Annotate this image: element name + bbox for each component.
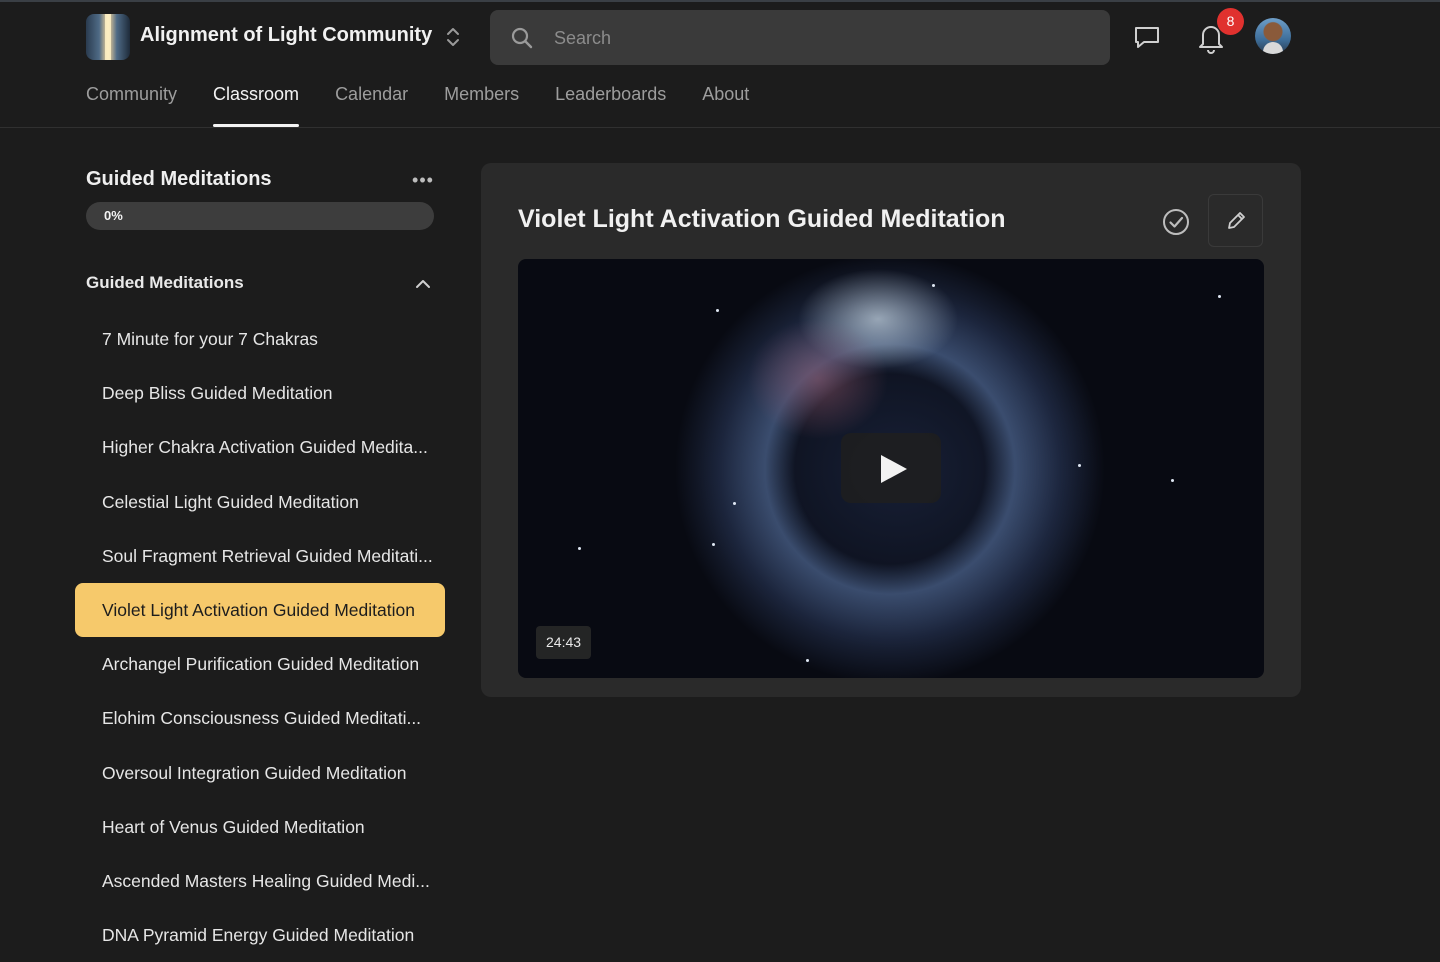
star-decoration [716, 309, 719, 312]
tab-leaderboards[interactable]: Leaderboards [555, 84, 666, 127]
community-logo[interactable] [86, 14, 130, 60]
lesson-item[interactable]: Archangel Purification Guided Meditation [75, 637, 445, 691]
lesson-title: Violet Light Activation Guided Meditatio… [518, 205, 1006, 233]
play-icon[interactable] [841, 433, 941, 503]
chevron-up-down-icon[interactable] [442, 24, 464, 50]
video-player[interactable]: 24:43 [518, 259, 1264, 678]
lesson-item[interactable]: Ascended Masters Healing Guided Medi... [75, 854, 445, 908]
tab-about[interactable]: About [702, 84, 749, 127]
chevron-up-icon[interactable] [412, 276, 434, 292]
check-circle-icon[interactable] [1161, 207, 1191, 237]
star-decoration [712, 543, 715, 546]
tab-members[interactable]: Members [444, 84, 519, 127]
lesson-item[interactable]: Oversoul Integration Guided Meditation [75, 746, 445, 800]
star-decoration [1078, 464, 1081, 467]
community-name[interactable]: Alignment of Light Community [140, 24, 432, 47]
lesson-list: 7 Minute for your 7 Chakras Deep Bliss G… [75, 312, 445, 962]
search-icon [511, 27, 533, 49]
lesson-item[interactable]: Heart of Venus Guided Meditation [75, 800, 445, 854]
notification-badge: 8 [1217, 8, 1244, 35]
lesson-item[interactable]: Higher Chakra Activation Guided Medita..… [75, 420, 445, 474]
star-decoration [1218, 295, 1221, 298]
more-options-icon[interactable]: ••• [408, 170, 438, 190]
lesson-item[interactable]: 7 Minute for your 7 Chakras [75, 312, 445, 366]
course-title: Guided Meditations [86, 168, 272, 190]
edit-button[interactable] [1208, 194, 1263, 247]
star-decoration [578, 547, 581, 550]
star-decoration [733, 502, 736, 505]
lesson-item[interactable]: Elohim Consciousness Guided Meditati... [75, 691, 445, 745]
avatar[interactable] [1255, 18, 1291, 54]
tab-calendar[interactable]: Calendar [335, 84, 408, 127]
video-duration: 24:43 [536, 626, 592, 659]
lesson-item[interactable]: Soul Fragment Retrieval Guided Meditati.… [75, 529, 445, 583]
lesson-card: Violet Light Activation Guided Meditatio… [481, 163, 1301, 697]
tab-classroom[interactable]: Classroom [213, 84, 300, 127]
progress-label: 0% [104, 208, 123, 223]
section-title[interactable]: Guided Meditations [86, 273, 244, 293]
search-input[interactable] [552, 10, 1076, 67]
chat-icon[interactable] [1132, 22, 1162, 52]
top-header: Alignment of Light Community 8 Community… [0, 0, 1440, 128]
star-decoration [932, 284, 935, 287]
search-bar[interactable] [490, 10, 1110, 67]
lesson-item[interactable]: DNA Pyramid Energy Guided Meditation [75, 908, 445, 962]
tab-community[interactable]: Community [86, 84, 177, 127]
lesson-item-active[interactable]: Violet Light Activation Guided Meditatio… [75, 582, 445, 638]
star-decoration [806, 659, 809, 662]
main-tabs: Community Classroom Calendar Members Lea… [86, 84, 785, 127]
lesson-item[interactable]: Deep Bliss Guided Meditation [75, 366, 445, 420]
course-progress-bar: 0% [86, 202, 434, 230]
lesson-item[interactable]: Celestial Light Guided Meditation [75, 475, 445, 529]
star-decoration [1171, 479, 1174, 482]
pencil-icon [1228, 212, 1245, 229]
